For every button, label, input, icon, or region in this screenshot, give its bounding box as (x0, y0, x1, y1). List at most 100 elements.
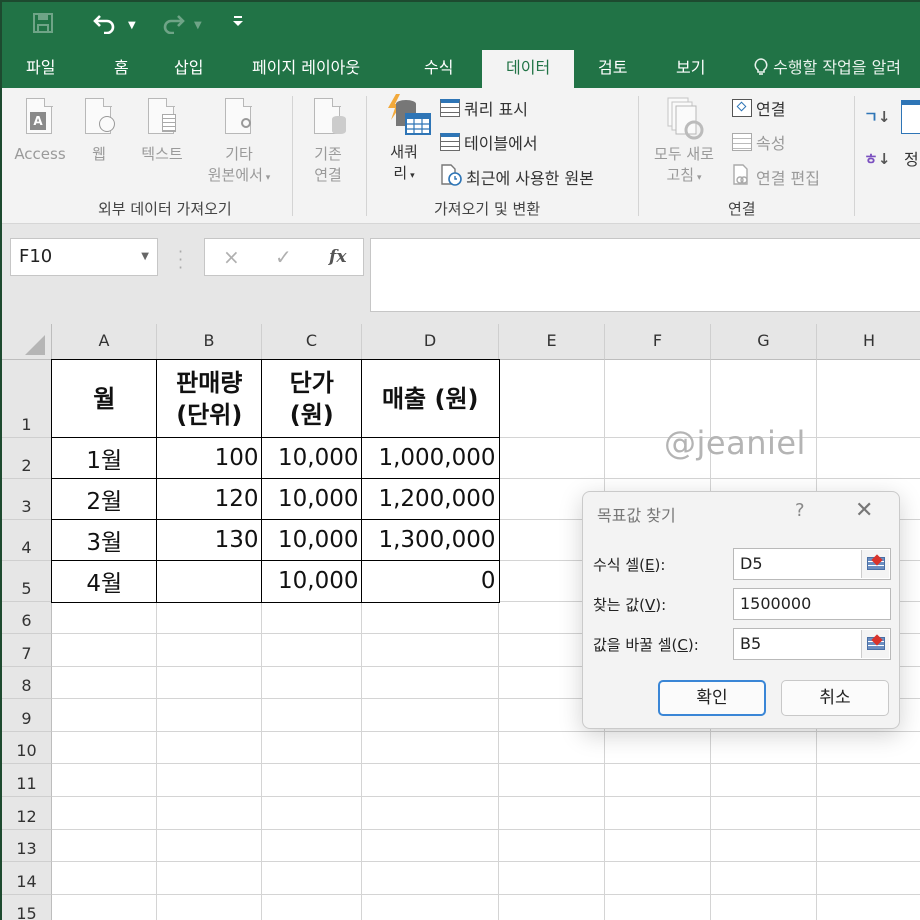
gridline (52, 763, 920, 764)
cell-reference-icon[interactable] (861, 630, 889, 658)
column-header[interactable]: E (499, 324, 605, 360)
column-header[interactable]: H (817, 324, 920, 360)
from-text-button[interactable]: 텍스트 (132, 96, 192, 165)
row-header[interactable]: 14 (2, 862, 52, 895)
row-header[interactable]: 1 (2, 360, 52, 438)
customize-qat-icon[interactable] (232, 14, 244, 34)
ok-button[interactable]: 확인 (658, 680, 766, 716)
undo-dropdown-icon[interactable]: ▼ (128, 16, 136, 36)
connections-button[interactable]: 연결 (732, 96, 785, 120)
table-cell[interactable] (156, 560, 263, 603)
sort-ascending-button[interactable]: ㄱ↓ (864, 106, 890, 127)
table-cell[interactable]: 4월 (51, 560, 158, 603)
table-header-cell[interactable]: 매출 (원) (361, 359, 500, 439)
changing-cell-input[interactable]: B5 (733, 628, 891, 660)
sort-icon[interactable] (901, 100, 920, 134)
cancel-button[interactable]: 취소 (781, 680, 889, 716)
refresh-all-button[interactable]: 모두 새로 고침 ▾ (642, 96, 726, 189)
row-header[interactable]: 3 (2, 479, 52, 520)
sort-descending-button[interactable]: ㅎ↓ (864, 148, 890, 169)
tab-home[interactable]: 홈 (114, 50, 129, 88)
enter-icon[interactable]: ✓ (275, 245, 292, 269)
table-cell[interactable]: 130 (156, 519, 263, 562)
goal-seek-dialog: 목표값 찾기 ? ✕ 수식 셀(E): D5 찾는 값(V): 1500000 … (582, 491, 900, 729)
save-icon[interactable] (32, 12, 54, 37)
set-cell-label: 수식 셀(E): (593, 556, 666, 574)
table-cell[interactable]: 10,000 (261, 560, 363, 603)
row-header[interactable]: 10 (2, 732, 52, 764)
table-cell[interactable]: 10,000 (261, 519, 363, 562)
gridline (52, 829, 920, 830)
table-cell[interactable]: 1,300,000 (361, 519, 500, 562)
row-header[interactable]: 13 (2, 830, 52, 862)
tab-page-layout[interactable]: 페이지 레이아웃 (252, 50, 360, 88)
row-header[interactable]: 12 (2, 797, 52, 830)
tell-me-box[interactable]: 수행할 작업을 알려 (754, 50, 901, 88)
recent-sources-button[interactable]: 최근에 사용한 원본 (440, 164, 594, 190)
column-header[interactable]: B (157, 324, 262, 360)
cancel-icon[interactable]: × (223, 245, 240, 269)
column-header[interactable]: D (362, 324, 499, 360)
cell-reference-icon[interactable] (861, 550, 889, 578)
table-cell[interactable]: 3월 (51, 519, 158, 562)
redo-icon[interactable] (160, 12, 186, 37)
tab-formulas[interactable]: 수식 (424, 50, 453, 88)
table-cell[interactable]: 1,000,000 (361, 437, 500, 480)
to-value-input[interactable]: 1500000 (733, 588, 891, 620)
from-web-button[interactable]: 웹 (74, 96, 124, 165)
show-queries-button[interactable]: 쿼리 표시 (440, 96, 528, 120)
column-header[interactable]: F (605, 324, 711, 360)
tab-review[interactable]: 검토 (598, 50, 627, 88)
from-access-button[interactable]: A Access (10, 96, 70, 165)
help-icon[interactable]: ? (795, 500, 805, 521)
undo-icon[interactable] (92, 12, 118, 37)
gridline (52, 731, 920, 732)
formula-input[interactable] (370, 238, 920, 312)
table-header-cell[interactable]: 월 (51, 359, 158, 439)
select-all-button[interactable] (2, 324, 52, 360)
row-header[interactable]: 15 (2, 895, 52, 920)
row-header[interactable]: 5 (2, 561, 52, 602)
column-header[interactable]: C (262, 324, 362, 360)
set-cell-input[interactable]: D5 (733, 548, 891, 580)
column-header[interactable]: A (52, 324, 157, 360)
new-query-button[interactable]: 새쿼 리 ▾ (374, 94, 434, 187)
properties-button[interactable]: 속성 (732, 130, 785, 154)
from-other-sources-button[interactable]: 기타 원본에서 ▾ (194, 96, 284, 189)
row-header[interactable]: 7 (2, 634, 52, 667)
formula-bar-area: F10 ▼ · · · × ✓ fx (2, 224, 920, 324)
gridline (52, 861, 920, 862)
table-cell[interactable]: 10,000 (261, 478, 363, 521)
table-cell[interactable]: 2월 (51, 478, 158, 521)
table-cell[interactable]: 10,000 (261, 437, 363, 480)
separator (638, 96, 639, 216)
tab-view[interactable]: 보기 (676, 50, 705, 88)
table-cell[interactable]: 0 (361, 560, 500, 603)
from-table-button[interactable]: 테이블에서 (440, 130, 538, 154)
row-header[interactable]: 4 (2, 520, 52, 561)
tab-file[interactable]: 파일 (26, 50, 55, 88)
tab-insert[interactable]: 삽입 (174, 50, 203, 88)
insert-function-icon[interactable]: fx (329, 247, 346, 267)
edit-links-button[interactable]: 연결 편집 (732, 164, 820, 190)
row-header[interactable]: 8 (2, 667, 52, 699)
formula-bar-grip-icon[interactable]: · · · (178, 244, 183, 276)
row-header[interactable]: 6 (2, 602, 52, 634)
existing-connections-button[interactable]: 기존 연결 (298, 96, 358, 186)
row-header[interactable]: 9 (2, 699, 52, 732)
row-header[interactable]: 2 (2, 438, 52, 479)
column-header[interactable]: G (711, 324, 817, 360)
table-header-cell[interactable]: 단가 (원) (261, 359, 363, 439)
redo-dropdown-icon[interactable]: ▼ (194, 16, 202, 36)
sort-button-label[interactable]: 정 (904, 146, 919, 170)
chevron-down-icon[interactable]: ▼ (141, 239, 149, 275)
tab-data[interactable]: 데이터 (482, 50, 575, 88)
table-cell[interactable]: 120 (156, 478, 263, 521)
name-box[interactable]: F10 ▼ (10, 238, 158, 276)
table-cell[interactable]: 1월 (51, 437, 158, 480)
table-cell[interactable]: 100 (156, 437, 263, 480)
table-header-cell[interactable]: 판매량 (단위) (156, 359, 263, 439)
row-header[interactable]: 11 (2, 764, 52, 797)
table-cell[interactable]: 1,200,000 (361, 478, 500, 521)
close-icon[interactable]: ✕ (855, 498, 873, 523)
